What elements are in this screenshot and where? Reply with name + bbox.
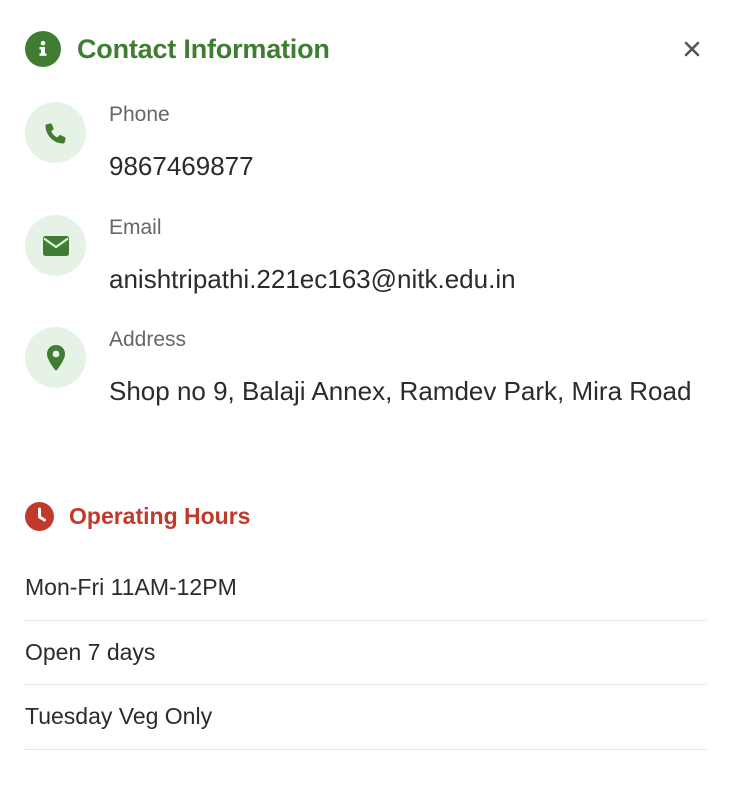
email-label: Email	[109, 216, 162, 239]
list-item: Tuesday Veg Only	[25, 685, 707, 750]
phone-value: 9867469877	[109, 151, 254, 181]
operating-hours-list: Mon-Fri 11AM-12PM Open 7 days Tuesday Ve…	[25, 556, 707, 750]
list-item: Mon-Fri 11AM-12PM	[25, 556, 707, 621]
contact-information-panel: Contact Information Phone 9867469877 Ema…	[0, 0, 739, 797]
contact-item-address: Address Shop no 9, Balaji Annex, Ramdev …	[25, 327, 715, 447]
operating-hours-title: Operating Hours	[69, 502, 251, 529]
panel-header: Contact Information	[25, 31, 710, 67]
info-icon	[25, 31, 61, 67]
map-pin-icon	[25, 327, 86, 388]
contact-item-email: Email anishtripathi.221ec163@nitk.edu.in	[25, 215, 715, 294]
panel-title: Contact Information	[77, 33, 330, 64]
envelope-icon	[25, 215, 86, 276]
phone-label: Phone	[109, 103, 170, 126]
close-button[interactable]	[680, 37, 704, 61]
address-value: Shop no 9, Balaji Annex, Ramdev Park, Mi…	[109, 376, 692, 406]
contact-item-phone: Phone 9867469877	[25, 102, 715, 181]
close-icon	[684, 41, 700, 57]
operating-hours-header: Operating Hours	[25, 500, 250, 532]
phone-icon	[25, 102, 86, 163]
address-label: Address	[109, 328, 187, 351]
list-item: Open 7 days	[25, 621, 707, 685]
email-value: anishtripathi.221ec163@nitk.edu.in	[109, 264, 516, 294]
clock-icon	[25, 501, 54, 531]
